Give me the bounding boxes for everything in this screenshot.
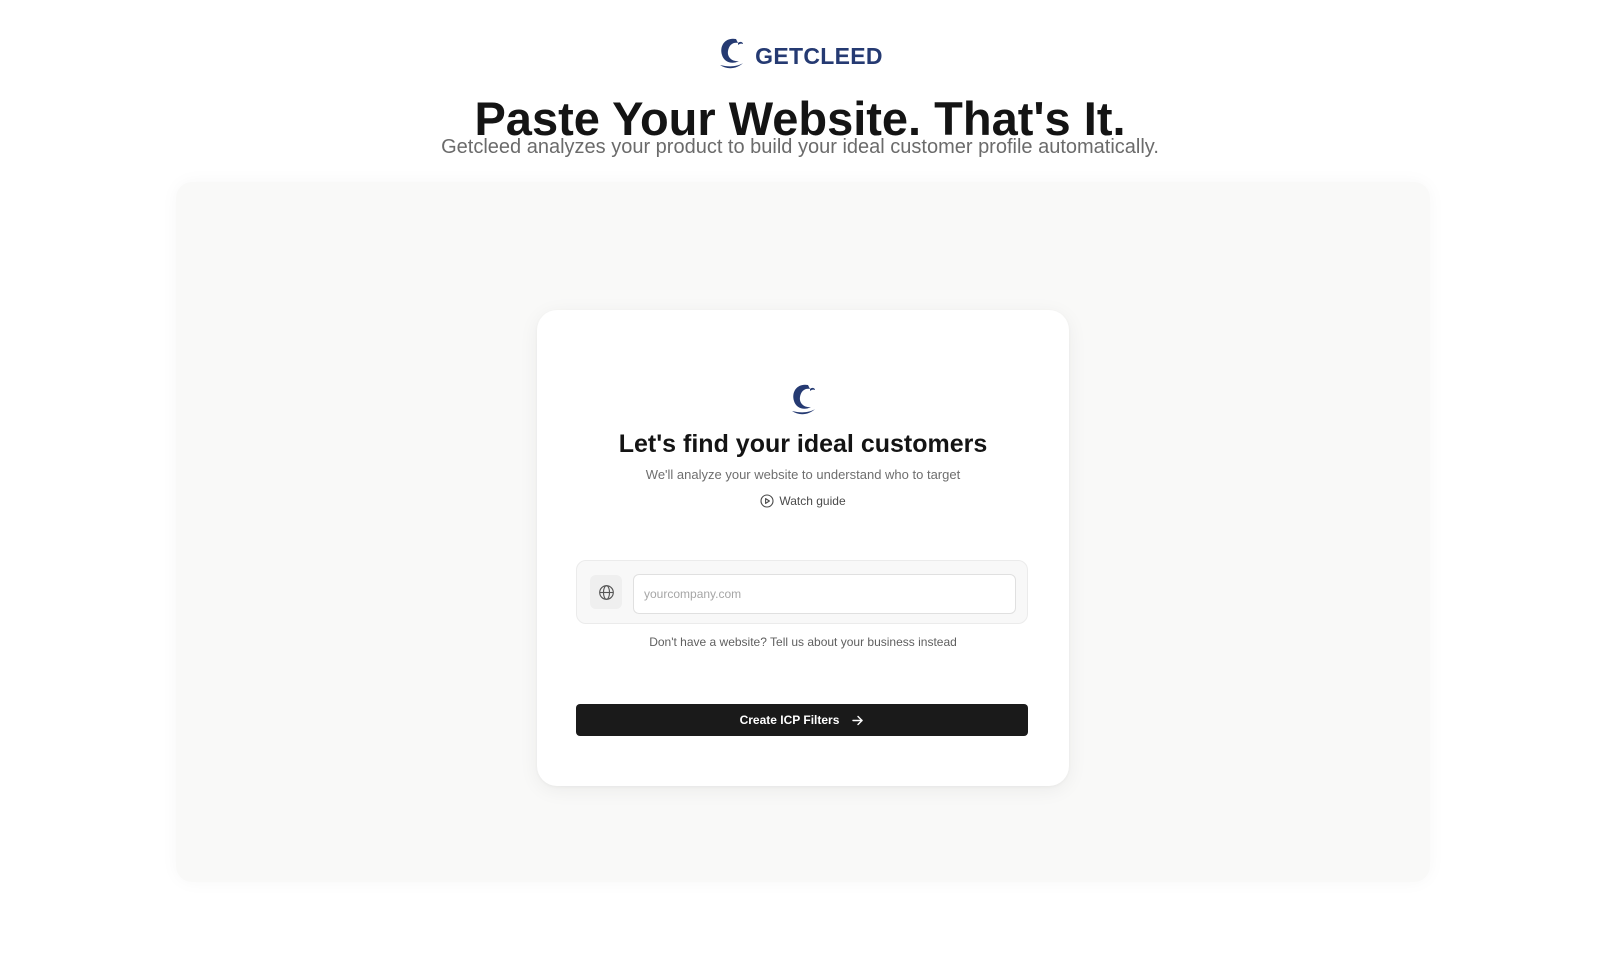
onboarding-card: Let's find your ideal customers We'll an… [537, 310, 1069, 786]
getcleed-logo-icon [720, 38, 744, 69]
brand-name: GETCLEED [755, 42, 883, 69]
page: GETCLEED Paste Your Website. That's It. … [0, 0, 1600, 957]
getcleed-logo-icon [792, 384, 815, 415]
arrow-right-icon [852, 715, 864, 725]
watch-guide-label: Watch guide [779, 494, 846, 508]
create-icp-filters-button[interactable]: Create ICP Filters [576, 704, 1028, 736]
create-icp-filters-label: Create ICP Filters [739, 713, 840, 727]
card-subtitle: We'll analyze your website to understand… [645, 467, 961, 482]
globe-icon-box [590, 575, 622, 609]
brand-header: GETCLEED [0, 36, 1600, 70]
card-title: Let's find your ideal customers [618, 430, 988, 458]
globe-icon [598, 584, 614, 600]
page-subheadline: Getcleed analyzes your product to build … [441, 136, 1159, 158]
watch-guide-link[interactable]: Watch guide [537, 494, 1069, 508]
play-circle-icon [760, 494, 774, 508]
no-website-link[interactable]: Don't have a website? Tell us about your… [537, 634, 1069, 650]
website-input-group [576, 560, 1028, 624]
website-input[interactable] [633, 574, 1016, 614]
